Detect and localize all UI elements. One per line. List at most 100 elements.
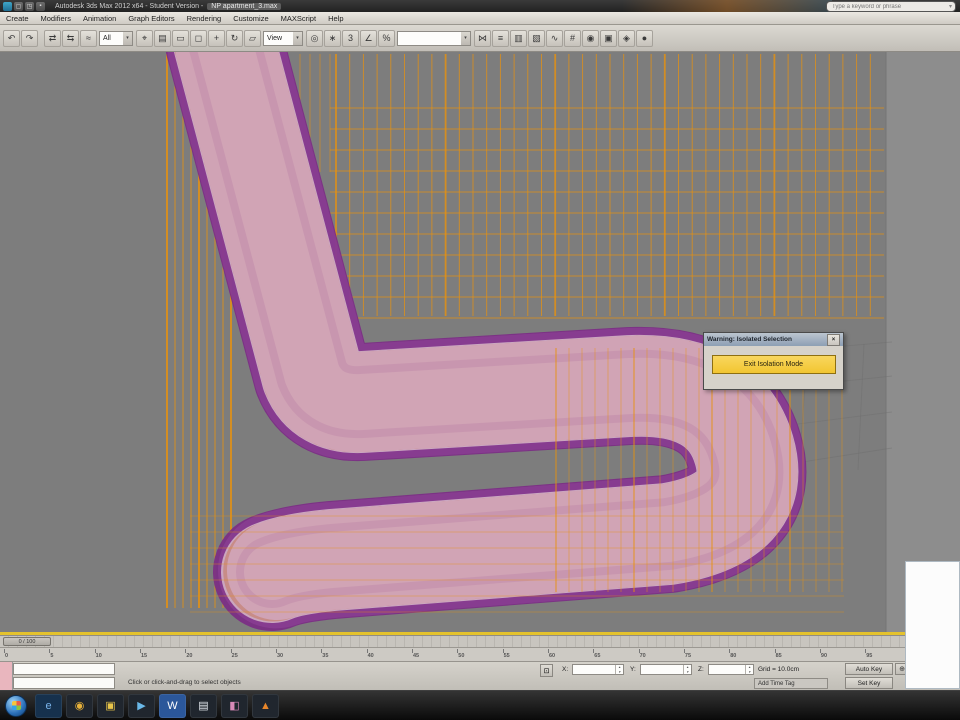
mirror-icon[interactable]: ⋈	[474, 29, 491, 47]
undo-icon[interactable]: ↶	[3, 29, 20, 47]
window-crossing-icon[interactable]: ◻	[190, 29, 207, 47]
rendered-frame-window-icon[interactable]: ◈	[618, 29, 635, 47]
frame-tick-45[interactable]: 45	[411, 648, 457, 661]
chevron-down-icon[interactable]: ▾	[123, 31, 132, 45]
curve-editor-icon[interactable]: ∿	[546, 29, 563, 47]
vlc-icon[interactable]: ▲	[252, 693, 279, 718]
material-editor-icon[interactable]: ◉	[582, 29, 599, 47]
frame-tick-95[interactable]: 95	[865, 648, 910, 661]
align-icon[interactable]: ≡	[492, 29, 509, 47]
named-selection-sets-dropdown[interactable]: ▾	[397, 30, 471, 46]
unlink-selection-icon[interactable]: ⇆	[62, 29, 79, 47]
main-toolbar: ↶ ↷ ⇄ ⇆ ≈ All ▾ ⌖ ▤ ▭ ◻ + ↻ ▱ View ▾ ◎ ∗ 3 ∠% ▾ ⋈ ≡ ▥ ▧ ∿ # ◉ ▣ ◈ ●	[0, 25, 960, 52]
y-spinner-icon[interactable]: ▴ ▾	[683, 664, 691, 675]
windows-explorer-icon[interactable]: ▣	[97, 693, 124, 718]
auto-key-button[interactable]: Auto Key	[845, 663, 893, 675]
menu-maxscript[interactable]: MAXScript	[275, 12, 322, 25]
open-file-name: NP apartment_3.max	[207, 2, 282, 10]
tick-label: 65	[594, 653, 601, 659]
maxscript-mini-listener-strip[interactable]	[0, 662, 13, 690]
selection-lock-icon[interactable]: ⊡	[540, 664, 553, 677]
paint-icon[interactable]: ◧	[221, 693, 248, 718]
snaps-toggle-icon[interactable]: 3	[342, 29, 359, 47]
close-icon[interactable]: ×	[827, 333, 840, 346]
add-time-tag[interactable]: Add Time Tag	[754, 678, 828, 689]
track-bar[interactable]: 0510152025303540455055606570758085909510…	[0, 647, 960, 661]
selection-filter-dropdown[interactable]: All ▾	[99, 30, 133, 46]
frame-tick-30[interactable]: 30	[275, 648, 321, 661]
set-key-button[interactable]: Set Key	[845, 677, 893, 689]
z-spinner-icon[interactable]: ▴ ▾	[745, 664, 753, 675]
reference-coordinate-dropdown[interactable]: View ▾	[263, 30, 303, 46]
frame-tick-75[interactable]: 75	[683, 648, 729, 661]
internet-explorer-icon[interactable]: e	[35, 693, 62, 718]
redo-icon[interactable]: ↷	[21, 29, 38, 47]
frame-tick-70[interactable]: 70	[638, 648, 684, 661]
frame-tick-90[interactable]: 90	[819, 648, 865, 661]
frame-tick-85[interactable]: 85	[774, 648, 820, 661]
menu-create[interactable]: Create	[0, 12, 35, 25]
maxscript-listener-line1[interactable]	[13, 663, 115, 675]
frame-tick-65[interactable]: 65	[593, 648, 638, 661]
frame-tick-35[interactable]: 35	[321, 648, 366, 661]
select-by-name-icon[interactable]: ▤	[154, 29, 171, 47]
bind-to-space-warp-icon[interactable]: ≈	[80, 29, 97, 47]
menu-customize[interactable]: Customize	[227, 12, 274, 25]
frame-tick-80[interactable]: 80	[729, 648, 774, 661]
frame-tick-60[interactable]: 60	[547, 648, 593, 661]
start-button[interactable]	[5, 694, 27, 717]
select-and-link-icon[interactable]: ⇄	[44, 29, 61, 47]
layer-manager-icon[interactable]: ▥	[510, 29, 527, 47]
search-input[interactable]	[830, 2, 934, 11]
select-and-move-icon[interactable]: +	[208, 29, 225, 47]
menu-modifiers[interactable]: Modifiers	[35, 12, 77, 25]
dialog-title-bar[interactable]: Warning: Isolated Selection ×	[704, 333, 843, 346]
rectangular-selection-region-icon[interactable]: ▭	[172, 29, 189, 47]
angle-snap-icon[interactable]: ∠	[360, 29, 377, 47]
save-file-icon[interactable]: ▪	[36, 1, 45, 11]
frame-tick-50[interactable]: 50	[457, 648, 502, 661]
chevron-down-icon[interactable]: ▾	[293, 31, 302, 45]
frame-tick-5[interactable]: 5	[49, 648, 94, 661]
menu-help[interactable]: Help	[322, 12, 349, 25]
menu-rendering[interactable]: Rendering	[181, 12, 228, 25]
maxscript-listener-line2[interactable]	[13, 677, 115, 689]
graphite-ribbon-icon[interactable]: ▧	[528, 29, 545, 47]
word-icon[interactable]: W	[159, 693, 186, 718]
render-production-icon[interactable]: ●	[636, 29, 653, 47]
time-slider[interactable]: 0 / 100	[0, 635, 960, 647]
z-coordinate-field[interactable]: ▴ ▾	[708, 664, 754, 675]
frame-tick-10[interactable]: 10	[94, 648, 140, 661]
frame-tick-20[interactable]: 20	[185, 648, 230, 661]
frame-tick-25[interactable]: 25	[230, 648, 276, 661]
menu-animation[interactable]: Animation	[77, 12, 122, 25]
x-spinner-icon[interactable]: ▴ ▾	[615, 664, 623, 675]
x-coordinate-field[interactable]: ▴ ▾	[572, 664, 624, 675]
frame-tick-15[interactable]: 15	[139, 648, 185, 661]
notepad-icon[interactable]: ▤	[190, 693, 217, 718]
use-pivot-center-icon[interactable]: ◎	[306, 29, 323, 47]
menu-graph-editors[interactable]: Graph Editors	[122, 12, 180, 25]
time-slider-handle[interactable]: 0 / 100	[3, 637, 51, 646]
render-setup-icon[interactable]: ▣	[600, 29, 617, 47]
select-object-icon[interactable]: ⌖	[136, 29, 153, 47]
chevron-down-icon[interactable]: ▾	[461, 31, 470, 45]
exit-isolation-mode-button[interactable]: Exit Isolation Mode	[711, 355, 836, 374]
open-file-icon[interactable]: ◳	[25, 1, 34, 11]
frame-tick-55[interactable]: 55	[502, 648, 548, 661]
schematic-view-icon[interactable]: #	[564, 29, 581, 47]
y-coordinate-field[interactable]: ▴ ▾	[640, 664, 692, 675]
application-button-icon[interactable]	[3, 1, 12, 11]
percent-snap-icon[interactable]: %	[378, 29, 395, 47]
frame-tick-0[interactable]: 0	[4, 648, 49, 661]
select-and-scale-icon[interactable]: ▱	[244, 29, 261, 47]
select-and-rotate-icon[interactable]: ↻	[226, 29, 243, 47]
chrome-icon[interactable]: ◉	[66, 693, 93, 718]
frame-tick-40[interactable]: 40	[366, 648, 412, 661]
new-file-icon[interactable]: ▢	[14, 1, 23, 11]
infocenter-search[interactable]: ▾	[826, 1, 956, 12]
select-and-manipulate-icon[interactable]: ∗	[324, 29, 341, 47]
perspective-viewport[interactable]: Warning: Isolated Selection × Exit Isola…	[0, 52, 960, 635]
media-player-icon[interactable]: ▶	[128, 693, 155, 718]
search-dropdown-icon[interactable]: ▾	[949, 3, 952, 10]
